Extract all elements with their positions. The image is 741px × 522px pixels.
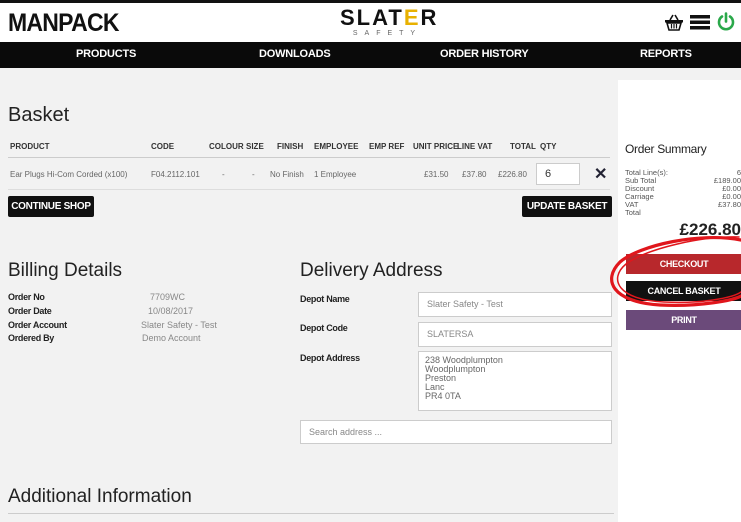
order-date-label: Order Date (8, 306, 52, 316)
checkout-button[interactable]: CHECKOUT (626, 254, 741, 274)
search-address-input[interactable]: Search address ... (300, 420, 612, 444)
basket-table: PRODUCT CODE COLOUR SIZE FINISH EMPLOYEE… (8, 136, 610, 190)
order-total: £226.80 (679, 220, 741, 239)
col-product: PRODUCT (10, 142, 50, 151)
col-total: TOTAL (510, 142, 536, 151)
menu-icon[interactable] (689, 11, 711, 33)
order-summary-title: Order Summary (625, 142, 707, 156)
nav-reports[interactable]: REPORTS (640, 48, 692, 60)
divider (8, 513, 614, 514)
order-account-value: Slater Safety - Test (141, 320, 217, 330)
power-icon[interactable] (715, 11, 737, 33)
row-size: - (252, 170, 255, 179)
ordered-by-value: Demo Account (142, 333, 201, 343)
nav-products[interactable]: PRODUCTS (76, 48, 136, 60)
delivery-address-title: Delivery Address (300, 260, 443, 281)
cancel-basket-button[interactable]: CANCEL BASKET (626, 281, 741, 301)
order-summary-panel: Order Summary Total Line(s): 6 Sub Total £… (618, 80, 741, 522)
basket-title: Basket (8, 104, 70, 126)
col-unit-price: UNIT PRICE (413, 142, 459, 151)
depot-code-field[interactable]: SLATERSA (418, 322, 612, 347)
basket-icon[interactable] (663, 11, 685, 33)
slater-safety-logo[interactable]: SLATER SAFETY (340, 7, 436, 38)
col-size: SIZE (246, 142, 264, 151)
billing-details-title: Billing Details (8, 260, 123, 281)
row-finish: No Finish (270, 170, 304, 179)
summary-row: Total (625, 208, 641, 217)
order-account-label: Order Account (8, 320, 67, 330)
depot-address-label: Depot Address (300, 353, 360, 363)
main-nav: PRODUCTS DOWNLOADS ORDER HISTORY REPORTS (0, 42, 741, 68)
row-line-vat: £37.80 (462, 170, 487, 179)
depot-code-label: Depot Code (300, 323, 348, 333)
site-header: MANPACK SLATER SAFETY (0, 0, 741, 42)
col-colour: COLOUR (209, 142, 244, 151)
remove-item-icon[interactable]: ✕ (594, 164, 607, 184)
table-row: Ear Plugs Hi-Com Corded (x100) F04.2112.… (8, 158, 610, 190)
row-colour: - (222, 170, 225, 179)
row-code: F04.2112.101 (151, 170, 200, 179)
col-code: CODE (151, 142, 175, 151)
continue-shop-button[interactable]: CONTINUE SHOP (8, 196, 94, 217)
depot-name-label: Depot Name (300, 294, 350, 304)
qty-input[interactable]: 6 (536, 163, 580, 185)
col-finish: FINISH (277, 142, 304, 151)
order-no-label: Order No (8, 292, 45, 302)
col-emp-ref: EMP REF (369, 142, 405, 151)
row-total: £226.80 (498, 170, 527, 179)
nav-order-history[interactable]: ORDER HISTORY (440, 48, 529, 60)
brand-name[interactable]: MANPACK (8, 9, 119, 38)
row-unit-price: £31.50 (424, 170, 449, 179)
row-employee: 1 Employee (314, 170, 357, 179)
order-date-value: 10/08/2017 (148, 306, 194, 316)
nav-downloads[interactable]: DOWNLOADS (259, 48, 331, 60)
col-employee: EMPLOYEE (314, 142, 359, 151)
print-button[interactable]: PRINT (626, 310, 741, 330)
depot-address-textarea[interactable]: 238 Woodplumpton Woodplumpton Preston La… (418, 351, 612, 411)
update-basket-button[interactable]: UPDATE BASKET (522, 196, 612, 217)
basket-table-header: PRODUCT CODE COLOUR SIZE FINISH EMPLOYEE… (8, 136, 610, 158)
row-product: Ear Plugs Hi-Com Corded (x100) (10, 170, 128, 179)
additional-info-title: Additional Information (8, 486, 192, 507)
ordered-by-label: Ordered By (8, 333, 55, 343)
depot-name-field[interactable]: Slater Safety - Test (418, 292, 612, 317)
col-qty: QTY (540, 142, 557, 151)
order-no-value: 7709WC (150, 292, 186, 302)
col-line-vat: LINE VAT (457, 142, 493, 151)
